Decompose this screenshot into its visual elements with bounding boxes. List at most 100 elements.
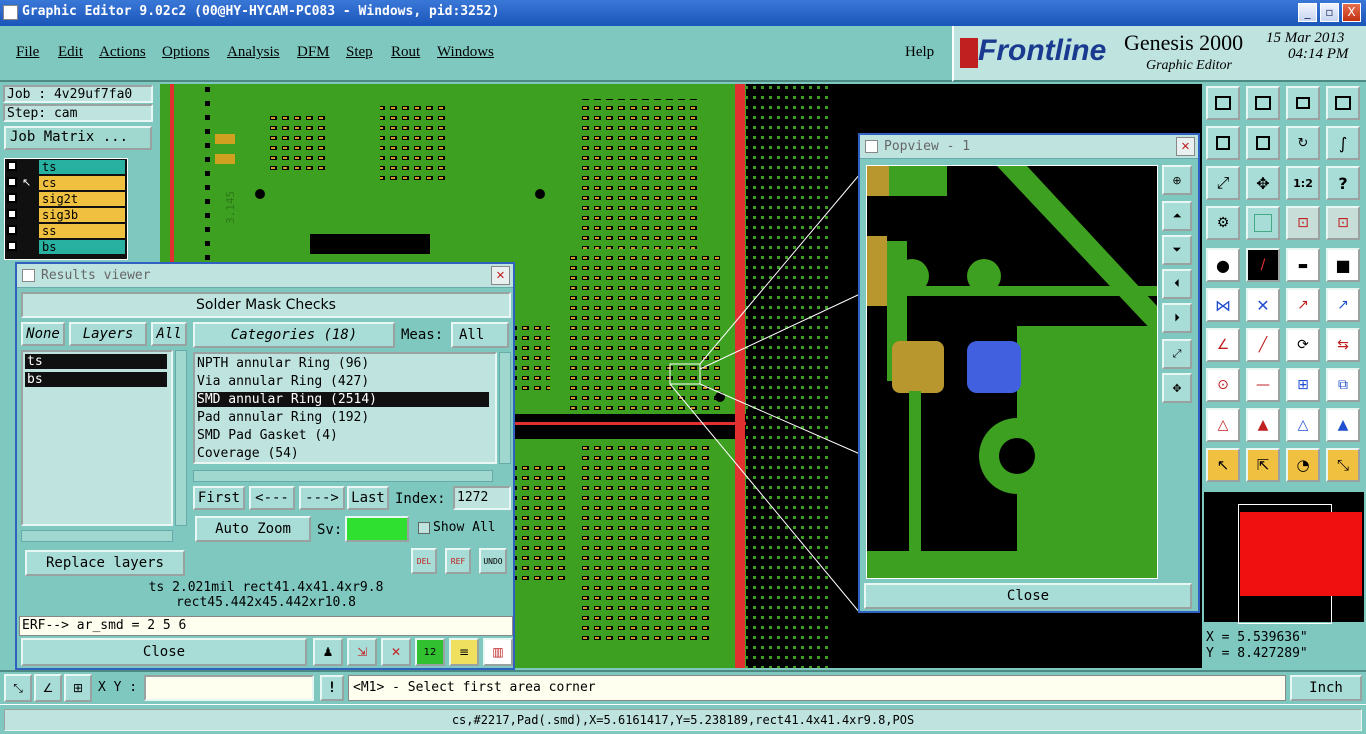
menu-windows[interactable]: Windows	[437, 44, 494, 61]
minimize-button[interactable]: _	[1298, 3, 1317, 22]
tool-net-icon[interactable]: ⊡	[1286, 206, 1320, 240]
tool-line-icon[interactable]: /	[1246, 248, 1280, 282]
overview-map[interactable]	[1204, 492, 1364, 624]
layer-row[interactable]: sig3b	[39, 208, 125, 222]
layer-row[interactable]: ss	[39, 224, 125, 238]
del-button[interactable]: DEL	[411, 548, 437, 574]
menu-actions[interactable]: Actions	[99, 44, 146, 61]
menu-step[interactable]: Step	[346, 44, 373, 61]
popview-center-icon[interactable]: ✥	[1162, 373, 1192, 403]
tool-triangle3-icon[interactable]: △	[1286, 408, 1320, 442]
sv-color-dropdown[interactable]	[345, 516, 409, 542]
layers-button[interactable]: Layers	[69, 322, 147, 346]
layer-row[interactable]: ts	[39, 160, 125, 174]
popview-canvas[interactable]	[866, 165, 1158, 579]
tool-link-icon[interactable]: ↻	[1286, 126, 1320, 160]
tool-zoom-fit-icon[interactable]: ⤢	[1206, 166, 1240, 200]
categories-hscrollbar[interactable]	[193, 470, 493, 482]
layer-checkbox[interactable]	[7, 209, 17, 219]
meas-dropdown[interactable]: All	[451, 322, 509, 348]
popview-titlebar[interactable]: Popview - 1 ✕	[860, 135, 1198, 159]
layer-checkbox[interactable]	[7, 241, 17, 251]
category-item[interactable]: Via annular Ring (427)	[197, 374, 369, 389]
tool-diag-icon[interactable]: ╱	[1246, 328, 1280, 362]
category-item-selected[interactable]: SMD annular Ring (2514)	[197, 392, 489, 407]
notes-icon[interactable]: ≡	[449, 638, 479, 666]
index-input[interactable]: 1272	[453, 486, 511, 510]
tool-triangle4-icon[interactable]: ▲	[1326, 408, 1360, 442]
ref-button[interactable]: REF	[445, 548, 471, 574]
popview-close-x[interactable]: ✕	[1176, 137, 1195, 156]
show-all-checkbox[interactable]	[418, 522, 430, 534]
tool-net2-icon[interactable]: ⊡	[1326, 206, 1360, 240]
maximize-button[interactable]: ▫	[1320, 3, 1339, 22]
last-button[interactable]: Last	[347, 486, 389, 510]
first-button[interactable]: First	[193, 486, 245, 510]
number-icon[interactable]: 12	[415, 638, 445, 666]
popview-up-icon[interactable]: ⏶	[1162, 201, 1192, 231]
menu-options[interactable]: Options	[162, 44, 210, 61]
replace-layers-dropdown[interactable]: Replace layers	[25, 550, 185, 576]
categories-list[interactable]: NPTH annular Ring (96) Via annular Ring …	[193, 352, 497, 464]
tool-select-box-icon[interactable]: ⇱	[1246, 448, 1280, 482]
menu-edit[interactable]: Edit	[58, 44, 83, 61]
tool-select-multi-icon[interactable]: ⤡	[1326, 448, 1360, 482]
bang-button[interactable]: !	[320, 675, 344, 701]
category-item[interactable]: NPTH annular Ring (96)	[197, 356, 369, 371]
next-button[interactable]: --->	[299, 486, 345, 510]
tool-window-icon[interactable]	[1326, 86, 1360, 120]
results-layer-item[interactable]: ts	[25, 354, 167, 369]
tool-copy-icon[interactable]: ⧉	[1326, 368, 1360, 402]
categories-button[interactable]: Categories (18)	[193, 322, 395, 348]
tool-import-icon[interactable]	[1206, 126, 1240, 160]
grid-snap-icon[interactable]: ⊞	[64, 674, 92, 702]
report-icon[interactable]: ✕	[381, 638, 411, 666]
none-button[interactable]: None	[21, 322, 65, 346]
tool-grid-icon[interactable]	[1246, 206, 1280, 240]
tool-zoom-home-icon[interactable]: ✥	[1246, 166, 1280, 200]
menu-rout[interactable]: Rout	[391, 44, 420, 61]
tool-select-circle-icon[interactable]: ◔	[1286, 448, 1320, 482]
popview-expand-icon[interactable]: ⤢	[1162, 339, 1192, 369]
tool-triangle2-icon[interactable]: ▲	[1246, 408, 1280, 442]
tool-cross-icon[interactable]: ✕	[1246, 288, 1280, 322]
tool-ruler-icon[interactable]: ▬	[1286, 248, 1320, 282]
tool-angle-icon[interactable]: ∠	[1206, 328, 1240, 362]
layer-row[interactable]: bs	[39, 240, 125, 254]
layer-checkbox[interactable]	[7, 193, 17, 203]
categories-scrollbar[interactable]	[499, 352, 511, 464]
menu-analysis[interactable]: Analysis	[227, 44, 280, 61]
category-item[interactable]: SMD Pad Gasket (4)	[197, 428, 338, 443]
menu-file[interactable]: File	[16, 44, 39, 61]
undo-button[interactable]: UNDO	[479, 548, 507, 574]
close-window-button[interactable]: X	[1342, 3, 1361, 22]
tool-curve-icon[interactable]: ⟳	[1286, 328, 1320, 362]
layer-list-scrollbar[interactable]	[175, 350, 187, 526]
tool-script-icon[interactable]: ∫	[1326, 126, 1360, 160]
tool-select-icon[interactable]: ↖	[1206, 448, 1240, 482]
category-item[interactable]: Pad annular Ring (192)	[197, 410, 369, 425]
results-titlebar[interactable]: Results viewer ✕	[17, 264, 513, 288]
xy-input[interactable]	[144, 675, 314, 701]
tool-home-icon[interactable]	[1286, 86, 1320, 120]
menu-help[interactable]: Help	[905, 44, 934, 61]
prev-button[interactable]: <---	[249, 486, 295, 510]
menu-dfm[interactable]: DFM	[297, 44, 330, 61]
tool-triangle-icon[interactable]: △	[1206, 408, 1240, 442]
auto-zoom-dropdown[interactable]: Auto Zoom	[195, 516, 311, 542]
tool-hline-icon[interactable]: —	[1246, 368, 1280, 402]
histogram-icon[interactable]: ▥	[483, 638, 513, 666]
tool-help-icon[interactable]: ?	[1326, 166, 1360, 200]
layer-row[interactable]: sig2t	[39, 192, 125, 206]
tool-move-icon[interactable]: ⊙	[1206, 368, 1240, 402]
popview-down-icon[interactable]: ⏷	[1162, 235, 1192, 265]
run-person-icon[interactable]: ♟	[313, 638, 343, 666]
tool-save-icon[interactable]	[1246, 86, 1280, 120]
job-matrix-button[interactable]: Job Matrix ...	[4, 126, 152, 150]
layer-checkbox[interactable]	[7, 177, 17, 187]
tool-scale-icon[interactable]: 1:2	[1286, 166, 1320, 200]
tool-dot-icon[interactable]: ■	[1326, 248, 1360, 282]
results-close-x[interactable]: ✕	[491, 266, 510, 285]
tool-measure-icon[interactable]: ⊞	[1286, 368, 1320, 402]
results-close-button[interactable]: Close	[21, 638, 307, 666]
